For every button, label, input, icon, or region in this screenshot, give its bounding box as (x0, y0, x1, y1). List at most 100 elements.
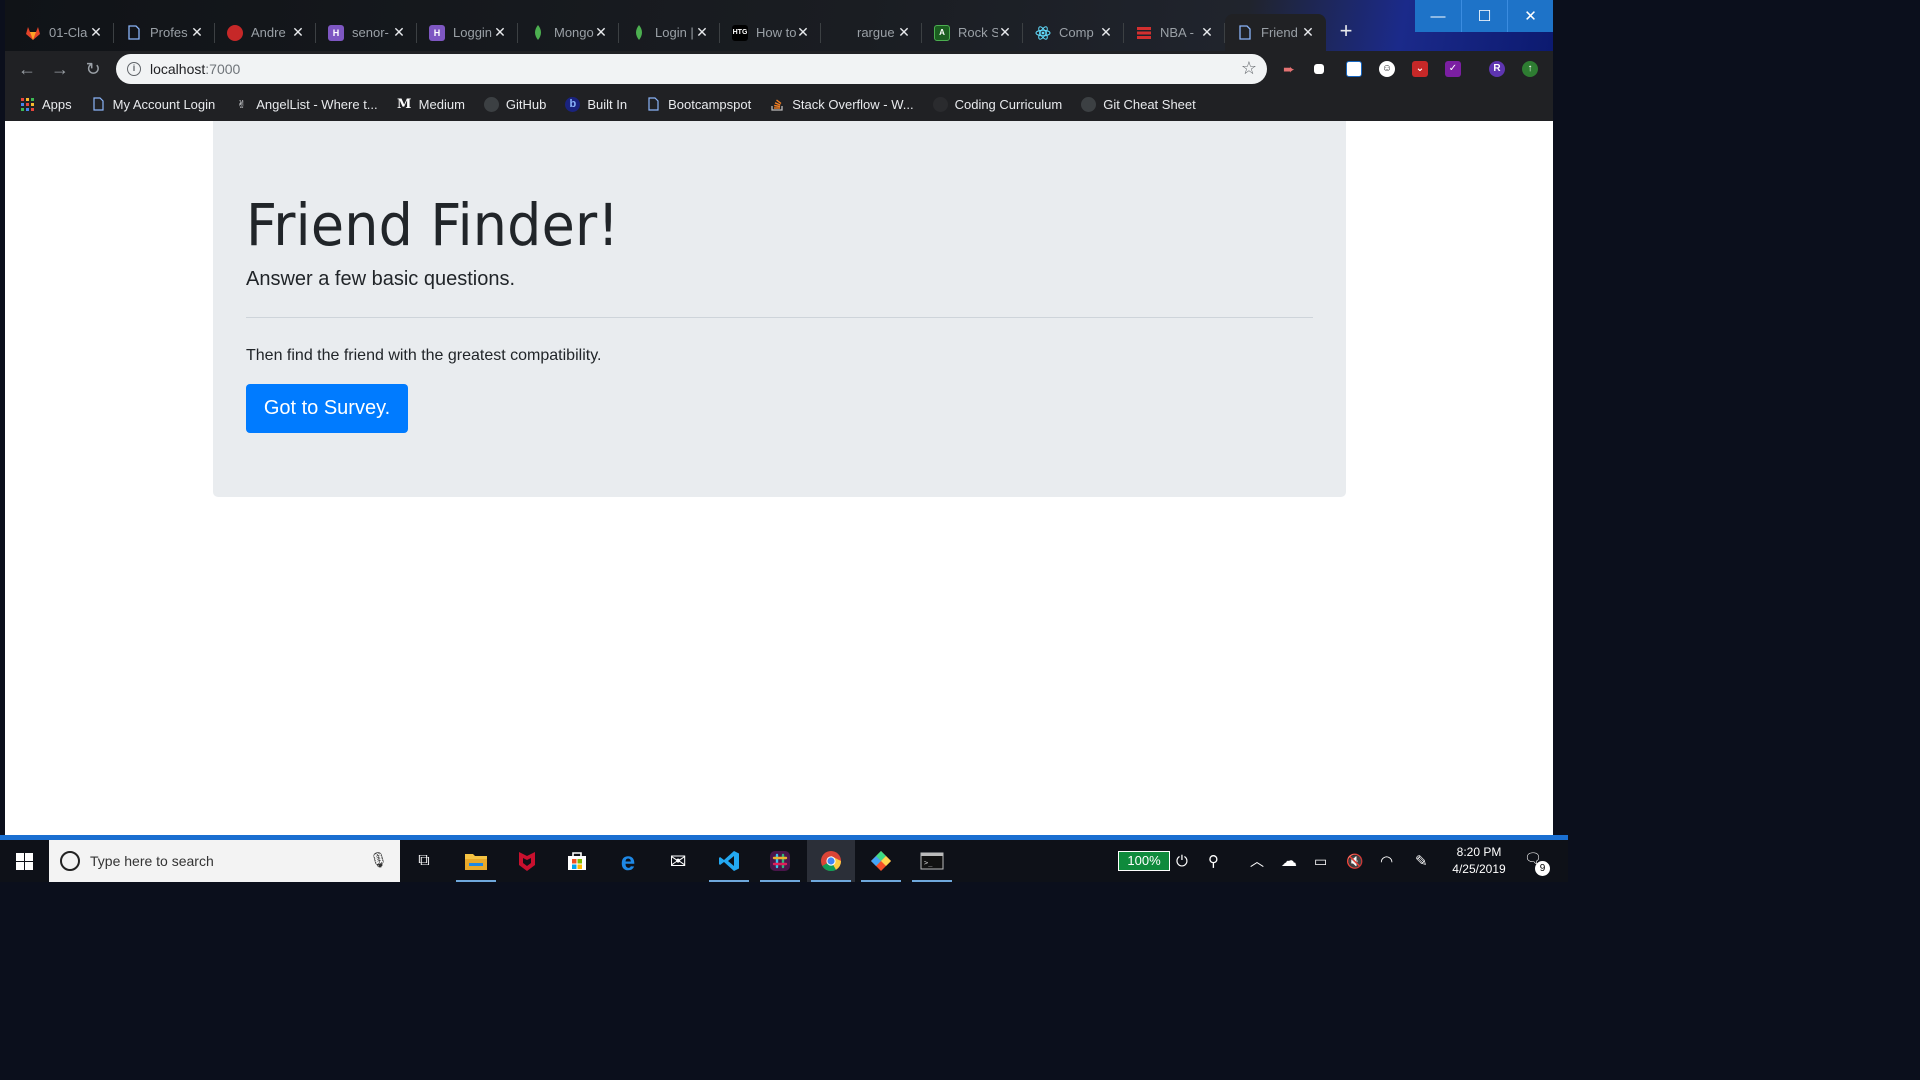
action-center-button[interactable]: 🗨 9 (1524, 850, 1550, 876)
info-icon[interactable]: i (127, 62, 141, 76)
tab-title: NBA - (1160, 25, 1194, 40)
taskbar: Type here to search 🎙 ⧉ e ✉ >_ 100% ⏻ ⚲ … (0, 840, 1568, 882)
close-icon[interactable]: ✕ (795, 24, 811, 40)
tab[interactable]: Login | ✕ (619, 14, 720, 51)
forward-button[interactable]: → (48, 57, 72, 81)
page-lead: Answer a few basic questions. (246, 268, 516, 290)
heroku-icon: H (328, 24, 344, 41)
tab[interactable]: H senor- ✕ (316, 14, 417, 51)
mail-icon[interactable]: ✉ (654, 840, 702, 882)
extension-arrow-icon[interactable]: ➨ (1281, 61, 1297, 77)
file-explorer-icon[interactable] (452, 840, 500, 882)
extension-square-icon[interactable] (1314, 64, 1324, 74)
profile-avatar-icon[interactable]: R (1489, 61, 1505, 77)
gitkraken-icon[interactable] (857, 840, 905, 882)
notification-count-badge: 9 (1535, 861, 1550, 876)
extension-check-icon[interactable]: ✓ (1445, 61, 1461, 77)
tab[interactable]: H Loggin ✕ (417, 14, 518, 51)
terminal-icon[interactable]: >_ (908, 840, 956, 882)
close-icon[interactable]: ✕ (896, 24, 912, 40)
edge-browser-icon[interactable]: e (604, 840, 652, 882)
heroku-icon: H (429, 24, 445, 41)
tab-active[interactable]: Friend ✕ (1225, 14, 1326, 51)
survey-button[interactable]: Got to Survey. (246, 384, 408, 433)
bookmark-label: Coding Curriculum (954, 96, 1063, 112)
bookmark-apps[interactable]: Apps (20, 97, 72, 112)
close-icon[interactable]: ✕ (189, 24, 205, 40)
close-icon[interactable]: ✕ (492, 24, 508, 40)
close-icon[interactable]: ✕ (290, 24, 306, 40)
close-window-button[interactable]: ✕ (1507, 0, 1553, 32)
close-icon[interactable]: ✕ (593, 24, 609, 40)
taskbar-search[interactable]: Type here to search 🎙 (49, 840, 400, 882)
wifi-icon[interactable]: ◠ (1380, 840, 1393, 882)
chrome-icon[interactable] (807, 840, 855, 882)
close-icon[interactable]: ✕ (1199, 24, 1215, 40)
avatar-icon (227, 24, 243, 41)
tab[interactable]: NBA - ✕ (1124, 14, 1225, 51)
url-host: localhost (150, 61, 206, 77)
extension-circle-icon[interactable]: ☺ (1379, 61, 1395, 77)
bookmark-angellist[interactable]: ✌ AngelList - Where t... (234, 97, 378, 112)
bookmark-github[interactable]: GitHub (483, 96, 546, 112)
chevron-up-icon[interactable]: ︿ (1250, 840, 1264, 882)
htg-icon: HTG (732, 24, 748, 41)
bookmark-medium[interactable]: M Medium (397, 97, 465, 112)
page-viewport: Friend Finder! Answer a few basic questi… (5, 121, 1553, 835)
power-plug-icon[interactable]: ⏻ (1176, 840, 1188, 882)
tab[interactable]: HTG How to ✕ (720, 14, 821, 51)
pen-icon[interactable]: ✎ (1415, 840, 1428, 882)
reload-button[interactable]: ↻ (81, 57, 105, 81)
people-icon[interactable]: ⚲ (1208, 840, 1219, 882)
tab-title: Andre (251, 25, 286, 40)
volume-muted-icon[interactable]: 🔇 (1346, 840, 1363, 882)
close-icon[interactable]: ✕ (88, 24, 104, 40)
tab[interactable]: Profes ✕ (114, 14, 215, 51)
windows-logo-icon (16, 852, 33, 870)
tab[interactable]: Mongo ✕ (518, 14, 619, 51)
close-icon[interactable]: ✕ (391, 24, 407, 40)
microsoft-store-icon[interactable] (553, 840, 601, 882)
close-icon[interactable]: ✕ (694, 24, 710, 40)
microphone-icon[interactable]: 🎙 (369, 851, 388, 869)
extension-chart-icon[interactable] (1346, 61, 1362, 77)
bookmark-built-in[interactable]: b Built In (565, 96, 627, 112)
tab[interactable]: Andre ✕ (215, 14, 316, 51)
pocket-icon[interactable]: ⌄ (1412, 61, 1428, 77)
tab[interactable]: 01-Cla ✕ (13, 14, 114, 51)
tab-title: Comp (1059, 25, 1094, 40)
close-icon[interactable]: ✕ (1300, 24, 1316, 40)
tab[interactable]: Comp ✕ (1023, 14, 1124, 51)
bookmark-coding-curriculum[interactable]: Coding Curriculum (932, 96, 1063, 112)
replit-icon: A (934, 24, 950, 41)
bookmark-git-cheat-sheet[interactable]: Git Cheat Sheet (1081, 96, 1196, 112)
windows-start-button[interactable] (0, 840, 49, 882)
battery-icon[interactable]: ▭ (1314, 840, 1327, 882)
tab[interactable]: rargue ✕ (821, 14, 922, 51)
new-tab-button[interactable]: + (1332, 18, 1360, 46)
tab[interactable]: A Rock S ✕ (922, 14, 1023, 51)
bookmarks-bar: Apps My Account Login ✌ AngelList - Wher… (5, 87, 1553, 121)
bookmark-star-icon[interactable]: ☆ (1241, 58, 1257, 79)
close-icon[interactable]: ✕ (1098, 24, 1114, 40)
address-bar[interactable]: i localhost:7000 ☆ (116, 54, 1267, 84)
system-clock[interactable]: 8:20 PM 4/25/2019 (1444, 844, 1514, 878)
onedrive-cloud-icon[interactable]: ☁ (1281, 840, 1297, 882)
cortana-icon (60, 851, 80, 871)
bookmark-stack-overflow[interactable]: Stack Overflow - W... (770, 97, 914, 112)
maximize-button[interactable]: ☐ (1461, 0, 1507, 32)
minimize-button[interactable]: — (1415, 0, 1461, 32)
bookmark-my-account-login[interactable]: My Account Login (91, 97, 215, 112)
update-arrow-icon[interactable]: ↑ (1522, 61, 1538, 77)
bookmark-bootcampspot[interactable]: Bootcampspot (646, 97, 751, 112)
slack-icon[interactable] (756, 840, 804, 882)
close-icon[interactable]: ✕ (997, 24, 1013, 40)
battery-percentage[interactable]: 100% (1118, 851, 1170, 871)
mcafee-icon[interactable] (503, 840, 551, 882)
stackoverflow-icon (770, 97, 785, 112)
vscode-icon[interactable] (705, 840, 753, 882)
bookmark-label: Medium (418, 96, 465, 112)
task-view-icon[interactable]: ⧉ (400, 840, 448, 882)
back-button[interactable]: ← (15, 57, 39, 81)
angellist-icon: ✌ (237, 98, 247, 111)
